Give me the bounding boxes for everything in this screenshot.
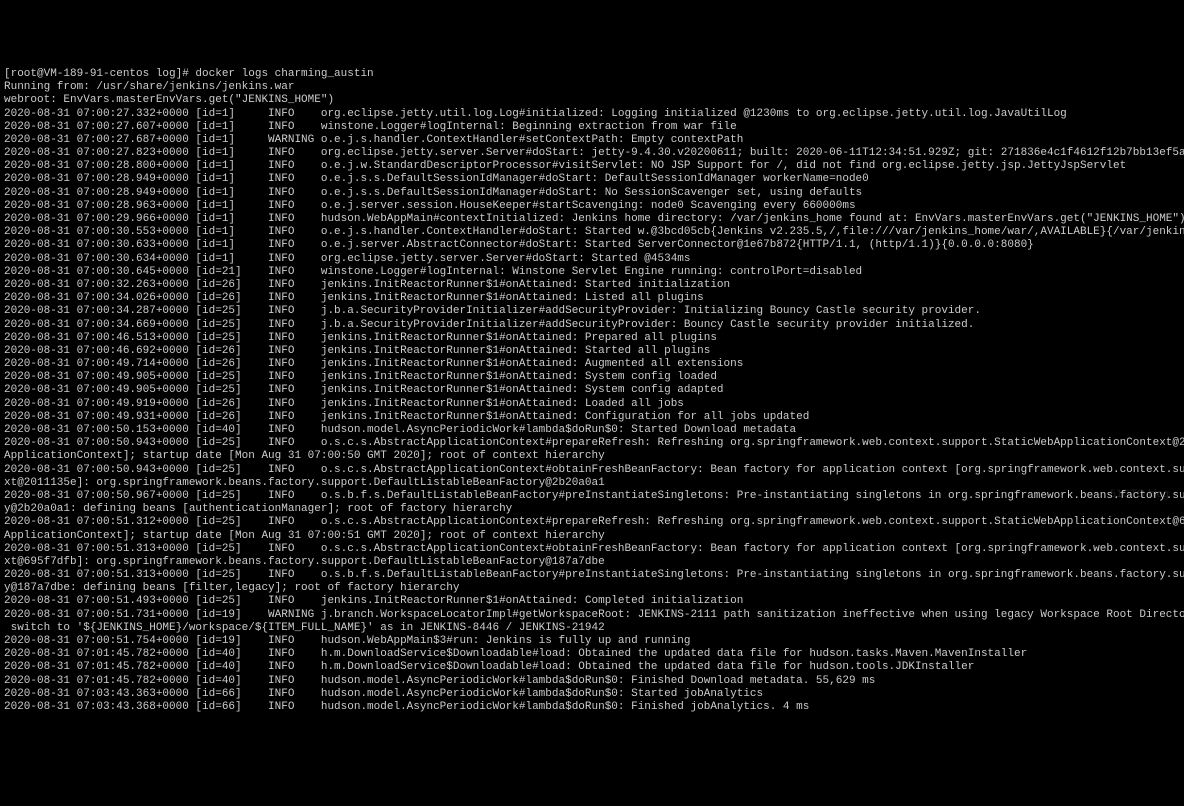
log-line: webroot: EnvVars.masterEnvVars.get("JENK… — [4, 94, 1180, 107]
log-line: 2020-08-31 07:03:43.363+0000 [id=66] INF… — [4, 688, 1180, 701]
log-line: 2020-08-31 07:00:30.634+0000 [id=1] INFO… — [4, 253, 1180, 266]
log-line: 2020-08-31 07:01:45.782+0000 [id=40] INF… — [4, 661, 1180, 674]
log-line: 2020-08-31 07:00:28.949+0000 [id=1] INFO… — [4, 173, 1180, 186]
log-line: 2020-08-31 07:00:30.633+0000 [id=1] INFO… — [4, 239, 1180, 252]
log-line: 2020-08-31 07:00:27.332+0000 [id=1] INFO… — [4, 108, 1180, 121]
log-line: 2020-08-31 07:00:49.905+0000 [id=25] INF… — [4, 371, 1180, 384]
watermark-label: 51CTO blog — [1110, 488, 1169, 501]
log-line: 2020-08-31 07:00:51.312+0000 [id=25] INF… — [4, 516, 1180, 529]
log-line: 2020-08-31 07:00:28.963+0000 [id=1] INFO… — [4, 200, 1180, 213]
log-line: 2020-08-31 07:00:50.943+0000 [id=25] INF… — [4, 464, 1180, 477]
log-line: 2020-08-31 07:00:51.731+0000 [id=19] WAR… — [4, 609, 1180, 622]
command-prompt: [root@VM-189-91-centos log]# docker logs… — [4, 68, 1180, 81]
log-line: 2020-08-31 07:00:27.687+0000 [id=1] WARN… — [4, 134, 1180, 147]
log-line: 2020-08-31 07:00:49.905+0000 [id=25] INF… — [4, 384, 1180, 397]
log-line: 2020-08-31 07:00:51.493+0000 [id=25] INF… — [4, 595, 1180, 608]
log-line: 2020-08-31 07:00:28.949+0000 [id=1] INFO… — [4, 187, 1180, 200]
log-line: 2020-08-31 07:00:30.645+0000 [id=21] INF… — [4, 266, 1180, 279]
log-line: 2020-08-31 07:00:27.607+0000 [id=1] INFO… — [4, 121, 1180, 134]
log-line: 2020-08-31 07:01:45.782+0000 [id=40] INF… — [4, 675, 1180, 688]
log-line: ApplicationContext]; startup date [Mon A… — [4, 530, 1180, 543]
log-line: xt@2011135e]: org.springframework.beans.… — [4, 477, 1180, 490]
log-line: 2020-08-31 07:00:34.026+0000 [id=26] INF… — [4, 292, 1180, 305]
log-line: y@2b20a0a1: defining beans [authenticati… — [4, 503, 1180, 516]
log-line: 2020-08-31 07:00:46.692+0000 [id=26] INF… — [4, 345, 1180, 358]
log-line: 2020-08-31 07:00:34.669+0000 [id=25] INF… — [4, 319, 1180, 332]
log-line: 2020-08-31 07:00:32.263+0000 [id=26] INF… — [4, 279, 1180, 292]
log-line: 2020-08-31 07:00:29.966+0000 [id=1] INFO… — [4, 213, 1180, 226]
log-line: ApplicationContext]; startup date [Mon A… — [4, 450, 1180, 463]
log-line: 2020-08-31 07:00:50.967+0000 [id=25] INF… — [4, 490, 1180, 503]
log-line: 2020-08-31 07:00:46.513+0000 [id=25] INF… — [4, 332, 1180, 345]
log-line: 2020-08-31 07:00:49.931+0000 [id=26] INF… — [4, 411, 1180, 424]
log-line: 2020-08-31 07:00:50.943+0000 [id=25] INF… — [4, 437, 1180, 450]
log-line: switch to '${JENKINS_HOME}/workspace/${I… — [4, 622, 1180, 635]
log-line: 2020-08-31 07:00:34.287+0000 [id=25] INF… — [4, 305, 1180, 318]
log-line: 2020-08-31 07:00:49.919+0000 [id=26] INF… — [4, 398, 1180, 411]
log-line: 2020-08-31 07:00:28.800+0000 [id=1] INFO… — [4, 160, 1180, 173]
log-line: 2020-08-31 07:00:51.313+0000 [id=25] INF… — [4, 569, 1180, 582]
log-line: 2020-08-31 07:00:49.714+0000 [id=26] INF… — [4, 358, 1180, 371]
log-line: 2020-08-31 07:00:27.823+0000 [id=1] INFO… — [4, 147, 1180, 160]
log-line: 2020-08-31 07:00:30.553+0000 [id=1] INFO… — [4, 226, 1180, 239]
log-line: 2020-08-31 07:00:50.153+0000 [id=40] INF… — [4, 424, 1180, 437]
log-line: y@187a7dbe: defining beans [filter,legac… — [4, 582, 1180, 595]
log-line: Running from: /usr/share/jenkins/jenkins… — [4, 81, 1180, 94]
terminal-output[interactable]: [root@VM-189-91-centos log]# docker logs… — [4, 55, 1180, 728]
log-line: xt@695f7dfb]: org.springframework.beans.… — [4, 556, 1180, 569]
log-line: 2020-08-31 07:00:51.754+0000 [id=19] INF… — [4, 635, 1180, 648]
log-line: 2020-08-31 07:03:43.368+0000 [id=66] INF… — [4, 701, 1180, 714]
log-line: 2020-08-31 07:01:45.782+0000 [id=40] INF… — [4, 648, 1180, 661]
log-line: 2020-08-31 07:00:51.313+0000 [id=25] INF… — [4, 543, 1180, 556]
